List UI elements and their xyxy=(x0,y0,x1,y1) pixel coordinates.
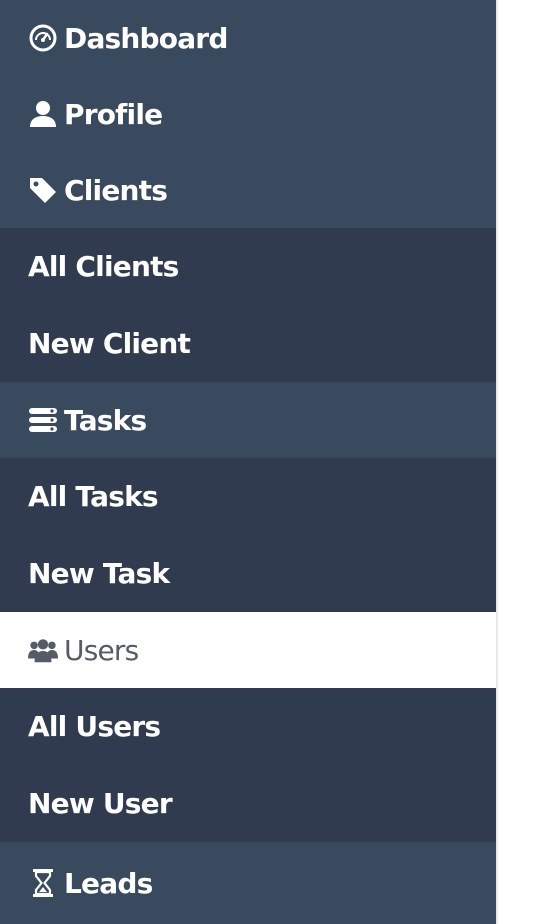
sidebar-divider xyxy=(496,0,498,924)
sidebar-item-tasks[interactable]: Tasks xyxy=(0,382,496,458)
hourglass-icon xyxy=(28,868,58,898)
sidebar-item-new-user[interactable]: New User xyxy=(0,765,496,842)
sidebar-item-label: Leads xyxy=(64,866,153,900)
tasks-stack-icon xyxy=(28,405,58,435)
sidebar-item-label: Users xyxy=(64,633,139,667)
sidebar-item-label: New User xyxy=(28,787,173,820)
sidebar-item-label: All Tasks xyxy=(28,480,159,513)
sidebar: Dashboard Profile Clients All Clients Ne… xyxy=(0,0,496,924)
sidebar-item-label: Tasks xyxy=(64,403,147,437)
sidebar-item-all-clients[interactable]: All Clients xyxy=(0,228,496,305)
sidebar-item-clients[interactable]: Clients xyxy=(0,152,496,228)
sidebar-item-label: All Users xyxy=(28,710,161,743)
sidebar-item-label: New Client xyxy=(28,327,191,360)
sidebar-item-label: New Task xyxy=(28,557,170,590)
sidebar-item-users[interactable]: Users xyxy=(0,612,496,688)
sidebar-item-dashboard[interactable]: Dashboard xyxy=(0,0,496,76)
dashboard-gauge-icon xyxy=(28,23,58,53)
sidebar-item-label: All Clients xyxy=(28,250,179,283)
sidebar-item-all-users[interactable]: All Users xyxy=(0,688,496,765)
sidebar-item-all-tasks[interactable]: All Tasks xyxy=(0,458,496,535)
sidebar-item-label: Clients xyxy=(64,173,168,207)
tag-icon xyxy=(28,175,58,205)
sidebar-item-leads[interactable]: Leads xyxy=(0,842,496,924)
sidebar-item-label: Dashboard xyxy=(64,21,228,55)
users-group-icon xyxy=(28,635,58,665)
sidebar-item-profile[interactable]: Profile xyxy=(0,76,496,152)
sidebar-item-new-client[interactable]: New Client xyxy=(0,305,496,382)
user-icon xyxy=(28,99,58,129)
sidebar-item-label: Profile xyxy=(64,97,163,131)
sidebar-item-new-task[interactable]: New Task xyxy=(0,535,496,612)
